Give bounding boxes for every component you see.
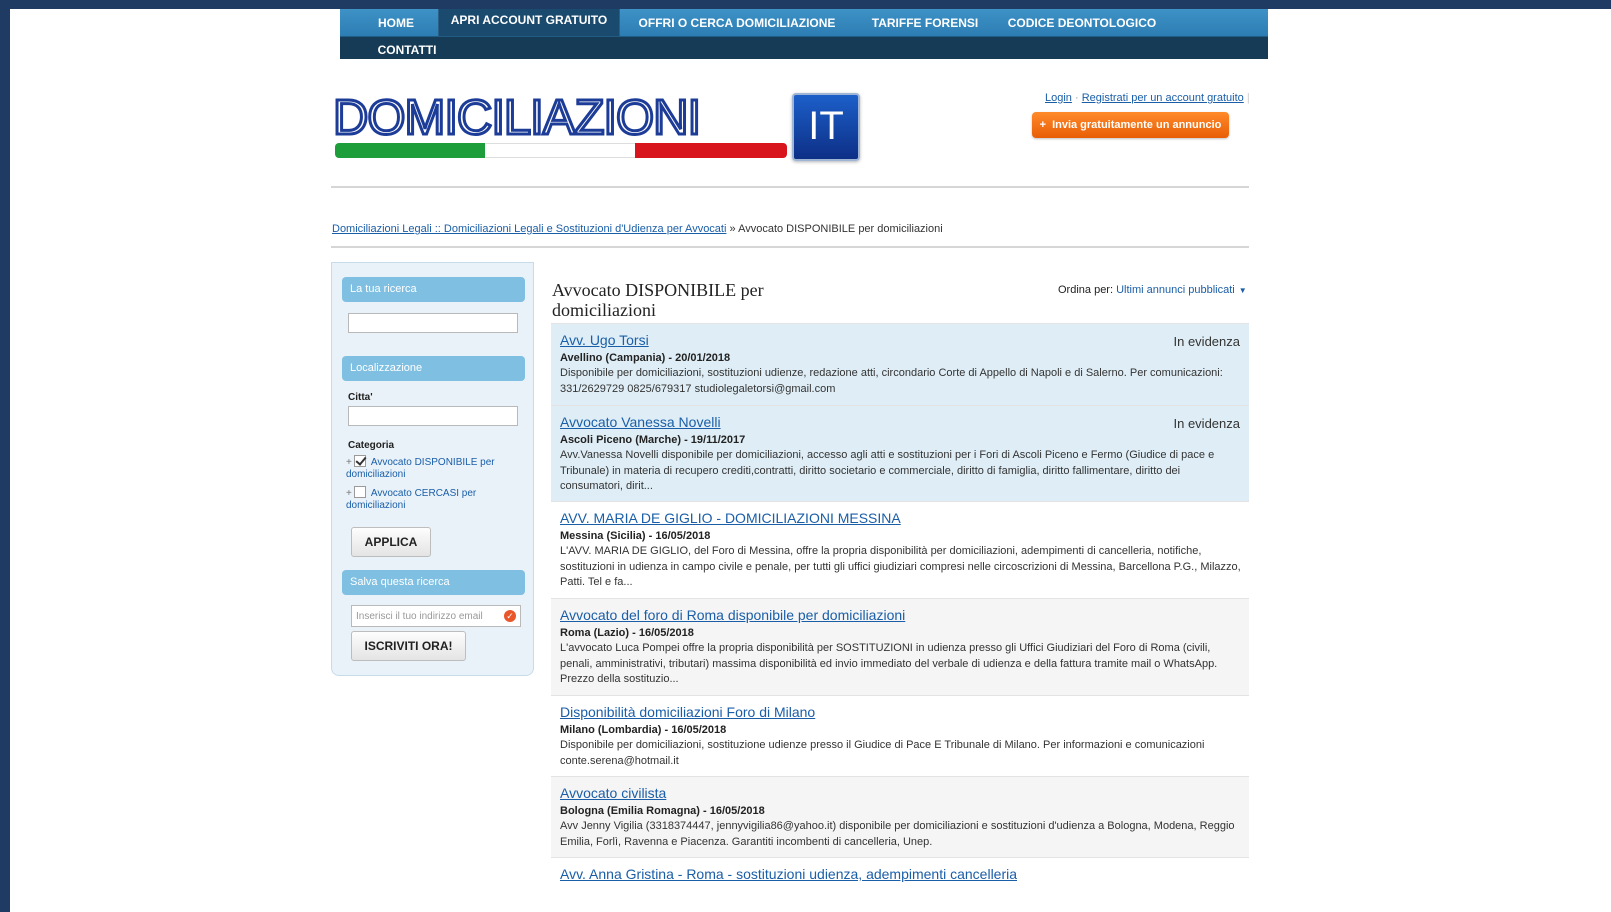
category-option-available[interactable]: + Avvocato DISPONIBILE per domiciliazioni [346,455,521,481]
listing-item: Disponibilità domiciliazioni Foro di Mil… [551,695,1249,776]
post-ad-button[interactable]: + Invia gratuitamente un annuncio [1032,112,1229,138]
listing-item: Avvocato Vanessa Novelli In evidenza Asc… [551,405,1249,501]
listing-description: Disponibile per domiciliazioni, sostituz… [560,739,1205,767]
subscribe-button[interactable]: ISCRIVITI ORA! [351,631,466,661]
nav-offer-search-domiciliation[interactable]: OFFRI O CERCA DOMICILIAZIONE [630,9,844,37]
expand-icon: + [346,457,352,468]
page-title: Avvocato DISPONIBILE per domiciliazioni [552,280,764,320]
header-links: Login · Registrati per un account gratui… [1045,92,1250,104]
logo-it-badge: IT [792,93,860,161]
breadcrumb-divider-line [331,246,1249,248]
listing-item: Avv. Ugo Torsi In evidenza Avellino (Cam… [551,323,1249,405]
email-placeholder: Inserisci il tuo indirizzo email [356,611,483,622]
checkbox-unchecked-icon[interactable] [353,486,366,498]
flag-green [335,143,485,158]
logo-flag-bar [335,143,787,158]
caret-down-icon: ▼ [1238,286,1247,295]
header-separator: · [1074,92,1082,104]
flag-white [485,143,635,158]
listing-description: Avv.Vanessa Novelli disponibile per domi… [560,449,1215,492]
listing-description: Disponibile per domiciliazioni, sostituz… [560,367,1223,395]
nav-code-of-ethics[interactable]: CODICE DEONTOLOGICO [1004,9,1160,37]
location-heading: Localizzazione [342,356,525,381]
page: HOME APRI ACCOUNT GRATUITO OFFRI O CERCA… [10,9,1611,912]
city-label: Citta' [348,392,373,403]
featured-badge: In evidenza [1173,334,1241,349]
nav-open-free-account[interactable]: APRI ACCOUNT GRATUITO [438,9,620,36]
listing-title-link[interactable]: Avvocato Vanessa Novelli [560,414,1241,430]
keyword-input[interactable] [348,313,518,333]
listing-title-link[interactable]: AVV. MARIA DE GIGLIO - DOMICILIAZIONI ME… [560,510,1241,526]
listing-item: Avv. Anna Gristina - Roma - sostituzioni… [551,857,1249,912]
email-input[interactable]: Inserisci il tuo indirizzo email ✓ [351,605,521,627]
flag-red [635,143,787,158]
breadcrumb-home-link[interactable]: Domiciliazioni Legali :: Domiciliazioni … [332,223,726,235]
search-heading: La tua ricerca [342,277,525,302]
listing-item: Avvocato civilista Bologna (Emilia Romag… [551,776,1249,857]
login-link[interactable]: Login [1045,92,1072,104]
listing-description: L'avvocato Luca Pompei offre la propria … [560,642,1218,685]
listing-location-date: Milano (Lombardia) - 16/05/2018 [560,724,727,736]
listing-title-link[interactable]: Avv. Ugo Torsi [560,332,1241,348]
listing-title-link[interactable]: Avvocato del foro di Roma disponibile pe… [560,607,1241,623]
breadcrumb-separator: » [729,223,736,235]
expand-icon: + [346,488,352,499]
listing-location-date: Roma (Lazio) - 16/05/2018 [560,627,694,639]
save-search-heading: Salva questa ricerca [342,570,525,595]
category-option-label: Avvocato DISPONIBILE per domiciliazioni [346,457,495,480]
header-divider: | [1246,92,1250,104]
listing-title-link[interactable]: Avv. Anna Gristina - Roma - sostituzioni… [560,866,1241,882]
category-option-wanted[interactable]: + Avvocato CERCASI per domiciliazioni [346,486,521,512]
sort-value[interactable]: Ultimi annunci pubblicati [1116,284,1235,296]
city-input[interactable] [348,406,518,426]
listing-title-link[interactable]: Disponibilità domiciliazioni Foro di Mil… [560,704,1241,720]
category-label: Categoria [348,440,395,451]
breadcrumb: Domiciliazioni Legali :: Domiciliazioni … [332,223,943,235]
site-logo[interactable]: DOMICILIAZIONI IT [332,91,860,165]
sort-label: Ordina per: [1058,284,1114,296]
checkbox-checked-icon[interactable] [353,455,366,467]
listing-location-date: Avellino (Campania) - 20/01/2018 [560,352,731,364]
nav-home[interactable]: HOME [340,9,452,37]
nav-contacts[interactable]: CONTATTI [362,41,452,59]
listing-description: L'AVV. MARIA DE GIGLIO, del Foro di Mess… [560,545,1241,588]
shield-icon: ✓ [504,610,516,622]
listing-title-link[interactable]: Avvocato civilista [560,785,1241,801]
listing-description: Avv Jenny Vigilia (3318374447, jennyvigi… [560,820,1235,848]
listing-location-date: Bologna (Emilia Romagna) - 16/05/2018 [560,805,765,817]
listing-item: AVV. MARIA DE GIGLIO - DOMICILIAZIONI ME… [551,501,1249,598]
listing-location-date: Messina (Sicilia) - 16/05/2018 [560,530,711,542]
breadcrumb-current: Avvocato DISPONIBILE per domiciliazioni [738,223,943,235]
logo-text: DOMICILIAZIONI [332,91,703,145]
register-link[interactable]: Registrati per un account gratuito [1082,92,1244,104]
top-nav: HOME APRI ACCOUNT GRATUITO OFFRI O CERCA… [340,9,1268,59]
nav-legal-fees[interactable]: TARIFFE FORENSI [860,9,990,37]
header-divider-line [331,186,1249,188]
sort-control[interactable]: Ordina per: Ultimi annunci pubblicati ▼ [1058,284,1247,296]
plus-icon: + [1039,119,1047,131]
search-sidebar: La tua ricerca Localizzazione Citta' Cat… [331,262,534,676]
post-ad-label: Invia gratuitamente un annuncio [1052,119,1222,131]
listing-item: Avvocato del foro di Roma disponibile pe… [551,598,1249,695]
featured-badge: In evidenza [1173,416,1241,431]
listing-location-date: Ascoli Piceno (Marche) - 19/11/2017 [560,434,746,446]
apply-button[interactable]: APPLICA [351,527,431,557]
